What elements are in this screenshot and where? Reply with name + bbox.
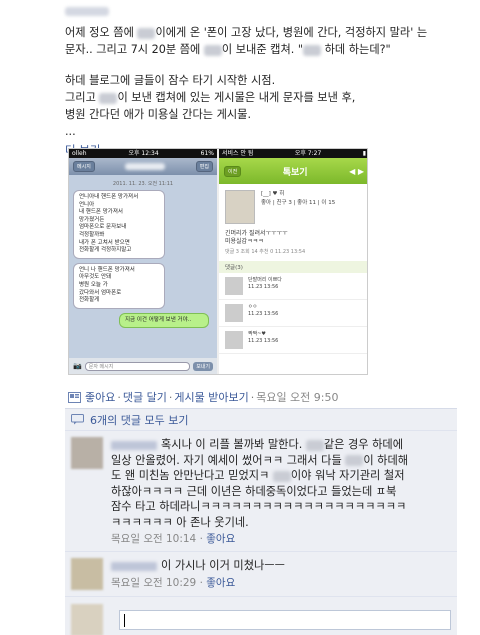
avatar[interactable] — [71, 558, 103, 590]
avatar — [71, 604, 103, 635]
talk-post: 긴머리가 질려서ㅜㅜㅜㅜ 미용실감ㅋㅋㅋ 댓글 3 조회 14 추천 0 11.… — [225, 230, 306, 255]
sms-bubble: 언니아내 핸드폰 망가져서 언니아 내 핸드폰 망가져서 망가졌거든 엄마폰으로… — [73, 190, 165, 259]
redacted-name — [203, 44, 222, 56]
text-line: 어제 정오 쯤에 이에게 온 '폰이 고장 났다, 병원에 간다, 걱정하지 말… — [65, 26, 428, 39]
redacted-name — [99, 92, 118, 104]
write-comment — [65, 597, 457, 635]
comment: 혹시나 이 리플 볼까봐 말한다. 같은 경우 하데에 일상 안올렸어. 자기 예… — [65, 431, 457, 552]
talk-comment: 단발머리 이쁘다 11.23 13:56 — [219, 273, 367, 300]
talk-header: 이전 톡보기 ◀ ▶ — [219, 158, 367, 184]
comment-author-link[interactable] — [111, 561, 157, 571]
text-line: ... — [65, 125, 76, 138]
status-bar: olleh 오후 12:34 61% — [69, 149, 217, 158]
sms-screenshot: olleh 오후 12:34 61% 메시지 편집 2011. 11. 23. … — [69, 149, 217, 374]
post-gap — [65, 58, 470, 72]
talk-title: 톡보기 — [282, 167, 308, 178]
post-actions: 좋아요 · 댓글 달기 · 게시물 받아보기 · 목요일 오전 9:50 — [68, 389, 339, 405]
sms-input: 문자 메시지 — [84, 361, 191, 371]
redacted-name — [305, 439, 324, 451]
text-line: ㅋㅋㅋㅋㅋㅋ 아 존나 웃기네. — [111, 515, 249, 529]
comment: 이 가시나 이거 미쳤나ㅡㅡ 목요일 오전 10:29 · 좋아요 — [65, 552, 457, 597]
sms-composer: 📷 문자 메시지 보내기 — [69, 358, 217, 374]
comment-meta: 목요일 오전 10:14 · 좋아요 — [111, 533, 236, 545]
post-author-name[interactable] — [65, 4, 470, 18]
talk-screenshot: 서비스 안 됨 오후 7:27 ▮ 이전 톡보기 ◀ ▶ [__] ♥ 히 좋아… — [219, 149, 367, 374]
text-line: 일상 안올렸어. 자기 예세이 썼어ㅋㅋ 그래서 다들 이 하데해 — [111, 453, 409, 467]
share-feed-icon — [68, 391, 81, 403]
comment-link[interactable]: 댓글 달기 — [123, 389, 167, 405]
messages-back-button: 메시지 — [73, 161, 95, 172]
text-line: 그리고 이 보낸 캡쳐에 있는 게시물은 내게 문자를 보낸 후, — [65, 91, 356, 104]
text-line: 문자.. 그리고 7시 20분 쯤에 이 보내준 캡쳐. " 하데 하는데?" — [65, 43, 391, 56]
chevron-right-icon: ◀ ▶ — [349, 166, 364, 176]
post-timestamp[interactable]: 목요일 오전 9:50 — [256, 389, 338, 405]
comment-bubble-icon — [71, 414, 84, 425]
edit-button: 편집 — [195, 161, 213, 172]
post-text: 어제 정오 쯤에 이에게 온 '폰이 고장 났다, 병원에 간다, 걱정하지 말… — [65, 24, 470, 140]
avatar — [225, 331, 243, 349]
post: 어제 정오 쯤에 이에게 온 '폰이 고장 났다, 병원에 간다, 걱정하지 말… — [65, 4, 470, 158]
like-link[interactable]: 좋아요 — [85, 389, 115, 405]
talk-profile: [__] ♥ 히 좋아 | 친구 3 | 좋아 11 | 이 15 — [219, 184, 367, 230]
avatar[interactable] — [71, 437, 103, 469]
comment-text: 혹시나 이 리플 볼까봐 말한다. 같은 경우 하데에 일상 안올렸어. 자기 예… — [111, 437, 408, 530]
text-line: 잠수 타고 하데라니ㅋㅋㅋㅋㅋㅋㅋㅋㅋㅋㅋㅋㅋㅋㅋㅋㅋㅋㅋㅋ — [111, 500, 407, 513]
view-all-comments-label[interactable]: 6개의 댓글 모두 보기 — [90, 412, 188, 428]
avatar — [225, 277, 243, 295]
comment-timestamp[interactable]: 목요일 오전 10:29 — [111, 577, 196, 589]
talk-comment: ㅇㅇ 11.23 13:56 — [219, 300, 367, 327]
text-caret — [124, 614, 125, 627]
comment-timestamp[interactable]: 목요일 오전 10:14 — [111, 533, 196, 545]
text-line: 도 왠 미친놈 안만난다고 믿었지ㅋ 이야 워낙 자기관리 철저 — [111, 469, 405, 482]
comment-like-link[interactable]: 좋아요 — [206, 533, 235, 545]
text-line: 혹시나 이 리플 볼까봐 말한다. 같은 경우 하데에 — [111, 437, 408, 453]
comment-meta: 목요일 오전 10:29 · 좋아요 — [111, 576, 236, 589]
redacted-name — [303, 44, 322, 56]
comments-section: 6개의 댓글 모두 보기 혹시나 이 리플 볼까봐 말한다. 같은 경우 하데에… — [65, 408, 457, 635]
text-line: 병원 간다던 애가 미용실 간다는 게시물. — [65, 108, 252, 121]
talk-comment: 짝짝~♥ 11.23 13:56 — [219, 327, 367, 354]
status-bar: 서비스 안 됨 오후 7:27 ▮ — [219, 149, 367, 158]
talk-back-button: 이전 — [224, 165, 242, 177]
comment-text: 이 가시나 이거 미쳤나ㅡㅡ — [111, 558, 285, 574]
redacted-name — [272, 470, 291, 482]
camera-icon: 📷 — [73, 362, 82, 370]
sms-bubble: 언니 나 핸드폰 망가져서 아무것도 안돼 병원 오늘 가 갔다와서 엄마폰로 … — [73, 262, 165, 309]
view-all-comments[interactable]: 6개의 댓글 모두 보기 — [65, 409, 457, 431]
comment-like-link[interactable]: 좋아요 — [206, 577, 235, 589]
talk-comments-header: 댓글(3) — [219, 261, 367, 273]
text-line: 하잖아ㅋㅋㅋㅋ 근데 이년은 하데중독이었다고 들었는데 ㅍ북 — [111, 484, 397, 498]
attached-photo[interactable]: olleh 오후 12:34 61% 메시지 편집 2011. 11. 23. … — [68, 148, 368, 375]
sms-reply-bubble: 지금 이건 어떻게 보낸 거야.. — [119, 312, 209, 329]
comment-input[interactable] — [119, 610, 451, 630]
redacted-name — [137, 27, 156, 39]
sms-date: 2011. 11. 23. 오전 11:11 — [112, 181, 174, 187]
comment-author-link[interactable] — [111, 440, 157, 450]
follow-post-link[interactable]: 게시물 받아보기 — [174, 389, 248, 405]
avatar — [225, 304, 243, 322]
text-line: 하데 블로그에 글들이 잠수 타기 시작한 시점. — [65, 74, 276, 87]
redacted-name — [345, 455, 364, 466]
sms-send-button: 보내기 — [193, 361, 213, 371]
sms-header: 메시지 편집 — [69, 158, 217, 175]
text-line: 이 가시나 이거 미쳤나ㅡㅡ — [111, 558, 285, 574]
avatar — [225, 190, 255, 224]
